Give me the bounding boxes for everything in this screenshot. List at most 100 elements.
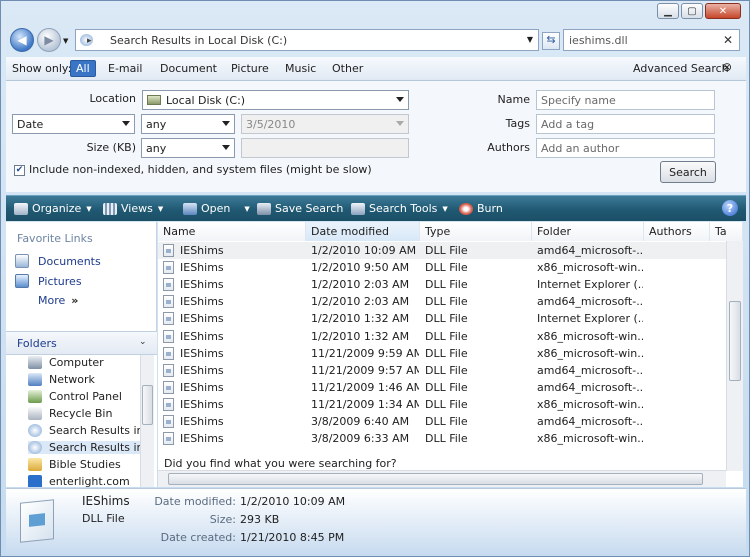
- refresh-button[interactable]: ⇆: [542, 32, 560, 50]
- cell-type: DLL File: [425, 415, 468, 428]
- address-bar[interactable]: ▸ Search Results in Local Disk (C:) ▼: [75, 29, 539, 51]
- dll-badge-icon: [29, 513, 45, 527]
- maximize-button[interactable]: ▢: [681, 3, 703, 19]
- favorite-more[interactable]: More »: [38, 294, 78, 307]
- search-input-value: ieshims.dll: [569, 33, 628, 47]
- cell-type: DLL File: [425, 295, 468, 309]
- filter-other[interactable]: Other: [332, 62, 363, 75]
- table-row[interactable]: IEShims 3/8/2009 6:40 AM DLL File amd64_mic…: [158, 413, 743, 430]
- tags-input[interactable]: Add a tag: [536, 114, 715, 134]
- search-feedback-link[interactable]: Did you find what you were searching for…: [164, 457, 397, 470]
- tree-item-control-panel[interactable]: Control Panel: [28, 390, 140, 403]
- cell-date: 11/21/2009 9:57 AM: [311, 363, 419, 377]
- cell-folder: x86_microsoft-win...: [537, 329, 643, 343]
- table-row[interactable]: IEShims 11/21/2009 1:34 AM DLL File x86_mic…: [158, 396, 743, 413]
- checkmark-icon: ✔: [15, 165, 24, 175]
- file-list-vscrollbar[interactable]: [726, 241, 743, 471]
- minimize-button[interactable]: ▁: [657, 3, 679, 19]
- scroll-thumb[interactable]: [142, 385, 153, 425]
- search-folder-icon: [28, 424, 42, 437]
- column-authors[interactable]: Authors: [644, 222, 710, 241]
- column-type[interactable]: Type: [420, 222, 532, 241]
- table-row[interactable]: IEShims 1/2/2010 1:32 AM DLL File Internet …: [158, 310, 743, 327]
- filter-document[interactable]: Document: [160, 62, 217, 75]
- column-tags[interactable]: Ta: [710, 222, 743, 241]
- name-input[interactable]: Specify name: [536, 90, 715, 110]
- size-value-input[interactable]: [241, 138, 409, 158]
- dll-file-icon: [163, 329, 174, 343]
- table-row[interactable]: IEShims 1/2/2010 2:03 AM DLL File amd64_mic…: [158, 293, 743, 310]
- save-search-button[interactable]: Save Search: [257, 202, 343, 215]
- table-row[interactable]: IEShims 1/2/2010 10:09 AM DLL File amd64_mi…: [158, 242, 743, 259]
- burn-label: Burn: [477, 202, 503, 215]
- folder-tree-scrollbar[interactable]: [140, 355, 154, 487]
- cell-date: 1/2/2010 2:03 AM: [311, 278, 410, 292]
- advanced-search-link[interactable]: Advanced Search: [633, 62, 729, 75]
- scroll-thumb[interactable]: [729, 301, 741, 381]
- organize-label: Organize: [32, 202, 82, 215]
- views-button[interactable]: Views ▼: [103, 202, 163, 215]
- table-row[interactable]: IEShims 11/21/2009 9:57 AM DLL File amd64_m…: [158, 362, 743, 379]
- column-date-modified[interactable]: Date modified: [306, 222, 420, 241]
- date-value-picker[interactable]: 3/5/2010: [241, 114, 409, 134]
- include-nonindexed-checkbox[interactable]: ✔: [14, 165, 25, 176]
- cell-date: 11/21/2009 9:59 AM: [311, 346, 419, 360]
- search-tools-button[interactable]: Search Tools ▼: [351, 202, 448, 215]
- scroll-thumb[interactable]: [168, 473, 703, 485]
- search-input[interactable]: ieshims.dll ✕: [563, 29, 740, 51]
- chevron-down-icon: ▼: [157, 204, 164, 213]
- authors-input[interactable]: Add an author: [536, 138, 715, 158]
- filter-music[interactable]: Music: [285, 62, 316, 75]
- tree-label: Search Results in I: [49, 424, 140, 437]
- column-folder[interactable]: Folder: [532, 222, 644, 241]
- table-row[interactable]: IEShims 1/2/2010 1:32 AM DLL File x86_micro…: [158, 328, 743, 345]
- advanced-search-toggle-icon[interactable]: ⊗: [722, 60, 732, 74]
- date-field-select[interactable]: Date: [12, 114, 135, 134]
- date-op-select[interactable]: any: [141, 114, 235, 134]
- open-button[interactable]: Open ▼: [183, 202, 250, 215]
- computer-icon: [28, 356, 42, 369]
- filter-email[interactable]: E-mail: [108, 62, 143, 75]
- table-row[interactable]: IEShims 11/21/2009 9:59 AM DLL File x86_mic…: [158, 345, 743, 362]
- burn-button[interactable]: Burn: [459, 202, 503, 215]
- table-row[interactable]: IEShims 1/2/2010 2:03 AM DLL File Internet …: [158, 276, 743, 293]
- cell-folder: amd64_microsoft-...: [537, 363, 643, 377]
- file-list-hscrollbar[interactable]: [158, 470, 726, 487]
- local-disk-icon: [147, 95, 161, 105]
- back-button[interactable]: ◀: [10, 28, 34, 52]
- command-toolbar: Organize ▼ Views ▼ Open ▼ Save Search Searc…: [6, 195, 746, 221]
- forward-button[interactable]: ▶: [37, 28, 61, 52]
- tree-item-network[interactable]: Network: [28, 373, 140, 386]
- cell-name: IEShims: [180, 363, 224, 377]
- table-row[interactable]: IEShims 3/8/2009 6:33 AM DLL File x86_micro…: [158, 430, 743, 447]
- column-name[interactable]: Name: [158, 222, 306, 241]
- close-button[interactable]: ✕: [705, 3, 741, 19]
- table-row[interactable]: IEShims 11/21/2009 1:46 AM DLL File amd64_m…: [158, 379, 743, 396]
- clear-search-icon[interactable]: ✕: [723, 33, 733, 47]
- table-row[interactable]: IEShims 1/2/2010 9:50 AM DLL File x86_micro…: [158, 259, 743, 276]
- help-button[interactable]: ?: [722, 200, 738, 216]
- tree-item-search-results-2[interactable]: Search Results in L: [28, 441, 140, 454]
- tree-item-enterlight[interactable]: enterlight.com: [28, 475, 140, 487]
- folders-header-bar[interactable]: Folders ⌄: [6, 331, 157, 355]
- organize-button[interactable]: Organize ▼: [14, 202, 92, 215]
- address-dropdown-icon[interactable]: ▼: [527, 35, 533, 44]
- recent-pages-chevron-icon[interactable]: ▼: [63, 37, 68, 45]
- location-select[interactable]: Local Disk (C:): [142, 90, 409, 110]
- favorite-documents[interactable]: Documents: [15, 254, 101, 268]
- search-tools-icon: [351, 202, 365, 215]
- organize-icon: [14, 202, 28, 215]
- cell-folder: amd64_microsoft-...: [537, 244, 643, 257]
- tree-item-computer[interactable]: Computer: [28, 356, 140, 369]
- cell-type: DLL File: [425, 363, 468, 377]
- filter-all[interactable]: All: [70, 60, 96, 77]
- tags-placeholder: Add a tag: [541, 117, 595, 131]
- tree-item-search-results-1[interactable]: Search Results in I: [28, 424, 140, 437]
- filter-picture[interactable]: Picture: [231, 62, 269, 75]
- size-op-select[interactable]: any: [141, 138, 235, 158]
- cell-date: 11/21/2009 1:46 AM: [311, 380, 419, 394]
- search-button[interactable]: Search: [660, 161, 716, 183]
- favorite-pictures[interactable]: Pictures: [15, 274, 82, 288]
- tree-item-bible-studies[interactable]: Bible Studies: [28, 458, 140, 471]
- tree-item-recycle-bin[interactable]: Recycle Bin: [28, 407, 140, 420]
